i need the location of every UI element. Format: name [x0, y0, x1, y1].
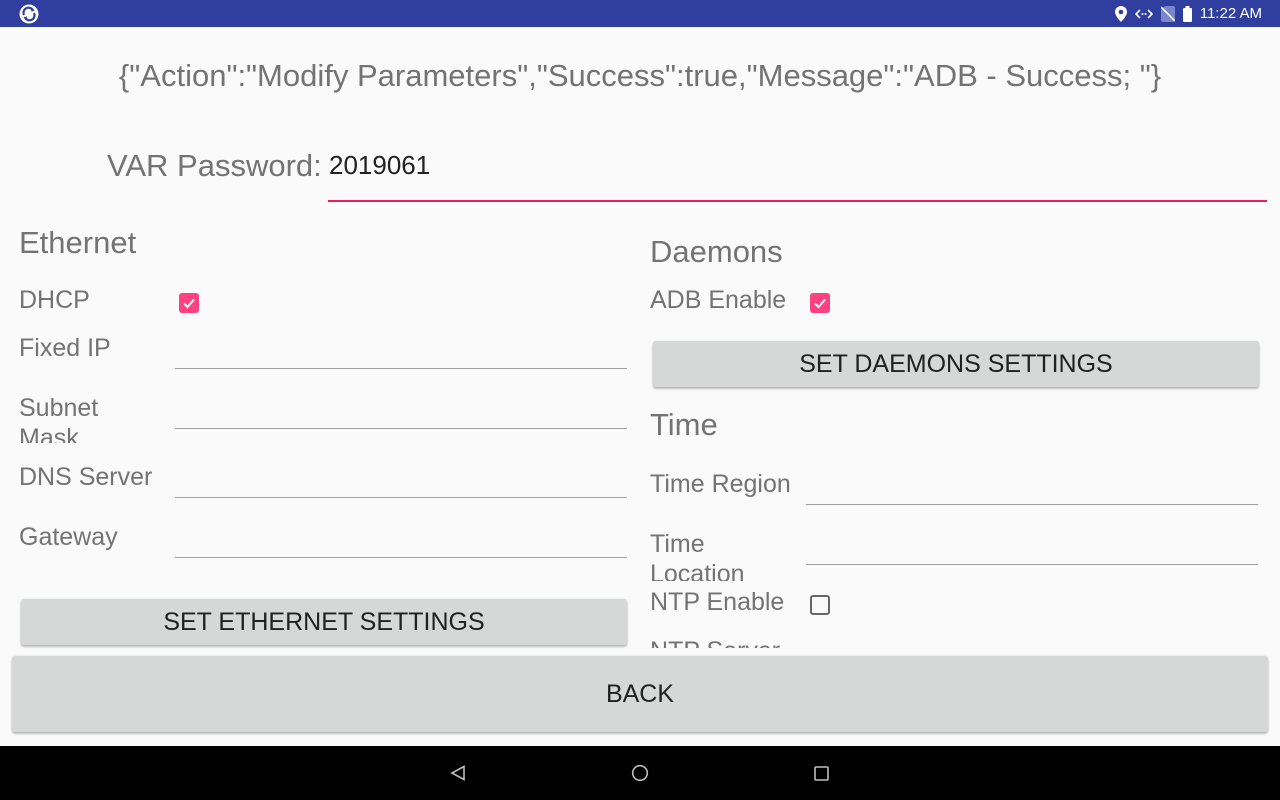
ntp-server-row: NTP Server — [650, 630, 850, 648]
subnet-mask-underline — [175, 428, 627, 429]
dns-server-label: DNS Server — [19, 463, 153, 491]
navigation-bar — [0, 746, 1280, 800]
time-heading: Time — [650, 407, 718, 442]
clock: 11:22 AM — [1199, 5, 1262, 22]
back-nav-icon[interactable] — [450, 765, 466, 786]
time-region-underline — [806, 504, 1258, 505]
ntp-enable-checkbox[interactable] — [810, 595, 830, 615]
back-button[interactable]: BACK — [12, 656, 1268, 732]
adb-enable-checkbox[interactable] — [810, 293, 830, 313]
dhcp-checkbox[interactable] — [179, 293, 199, 313]
battery-icon — [1182, 5, 1192, 22]
no-sim-icon — [1160, 5, 1175, 22]
time-region-label: Time Region — [650, 470, 791, 498]
time-location-label: Time Location — [650, 530, 745, 581]
status-bar: 11:22 AM — [0, 0, 1280, 27]
ntp-server-label: NTP Server — [650, 636, 780, 648]
location-icon — [1114, 5, 1127, 22]
dhcp-label: DHCP — [19, 286, 90, 314]
daemons-heading: Daemons — [650, 234, 783, 269]
response-message: {"Action":"Modify Parameters","Success":… — [118, 58, 1162, 93]
home-nav-icon[interactable] — [631, 764, 649, 787]
adb-enable-label: ADB Enable — [650, 286, 787, 314]
ntp-enable-label: NTP Enable — [650, 588, 785, 616]
recents-nav-icon[interactable] — [814, 766, 829, 786]
dns-server-underline — [175, 497, 627, 498]
time-location-underline — [806, 564, 1258, 565]
app-logo-icon — [19, 4, 39, 24]
password-input[interactable]: 2019061 — [329, 150, 430, 181]
ethernet-heading: Ethernet — [19, 225, 137, 260]
password-label: VAR Password: — [107, 148, 322, 183]
fixed-ip-label: Fixed IP — [19, 334, 111, 362]
fixed-ip-underline — [175, 368, 627, 369]
set-daemons-settings-button[interactable]: SET DAEMONS SETTINGS — [653, 341, 1259, 387]
data-arrows-icon — [1134, 7, 1153, 21]
set-ethernet-settings-button[interactable]: SET ETHERNET SETTINGS — [21, 599, 627, 645]
subnet-mask-label: Subnet Mask — [19, 394, 99, 443]
gateway-underline — [175, 557, 627, 558]
gateway-label: Gateway — [19, 523, 118, 551]
password-underline — [328, 200, 1267, 202]
